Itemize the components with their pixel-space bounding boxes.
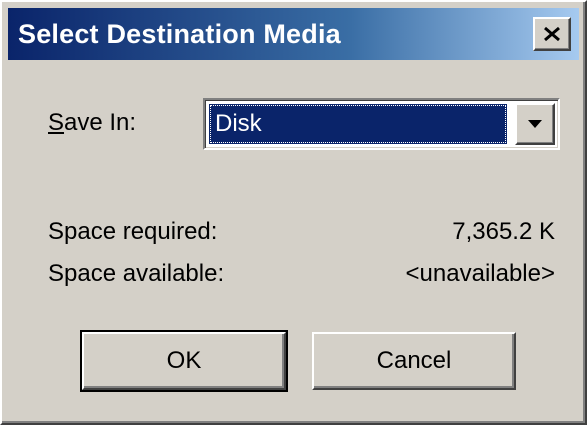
space-available-value: <unavailable> <box>405 260 555 287</box>
save-in-label-text: ave In: <box>64 109 137 136</box>
save-in-label: Save In: <box>48 109 136 137</box>
space-required-value: 7,365.2 K <box>452 218 555 245</box>
dropdown-button[interactable] <box>515 103 555 145</box>
save-in-selected-value: Disk <box>209 104 507 144</box>
ok-button[interactable]: OK <box>80 330 288 392</box>
close-icon <box>544 26 560 42</box>
space-available-label: Space available: <box>48 260 225 287</box>
dialog-title: Select Destination Media <box>18 18 341 49</box>
close-button[interactable] <box>533 17 571 51</box>
save-in-dropdown[interactable]: Disk <box>203 98 560 150</box>
space-required-label: Space required: <box>48 218 218 245</box>
save-in-label-accesskey: S <box>48 109 65 136</box>
cancel-button[interactable]: Cancel <box>312 332 516 390</box>
chevron-down-icon <box>528 120 542 128</box>
title-bar[interactable]: Select Destination Media <box>8 8 579 60</box>
select-destination-media-dialog: Select Destination Media Save In: Disk S… <box>0 0 587 425</box>
